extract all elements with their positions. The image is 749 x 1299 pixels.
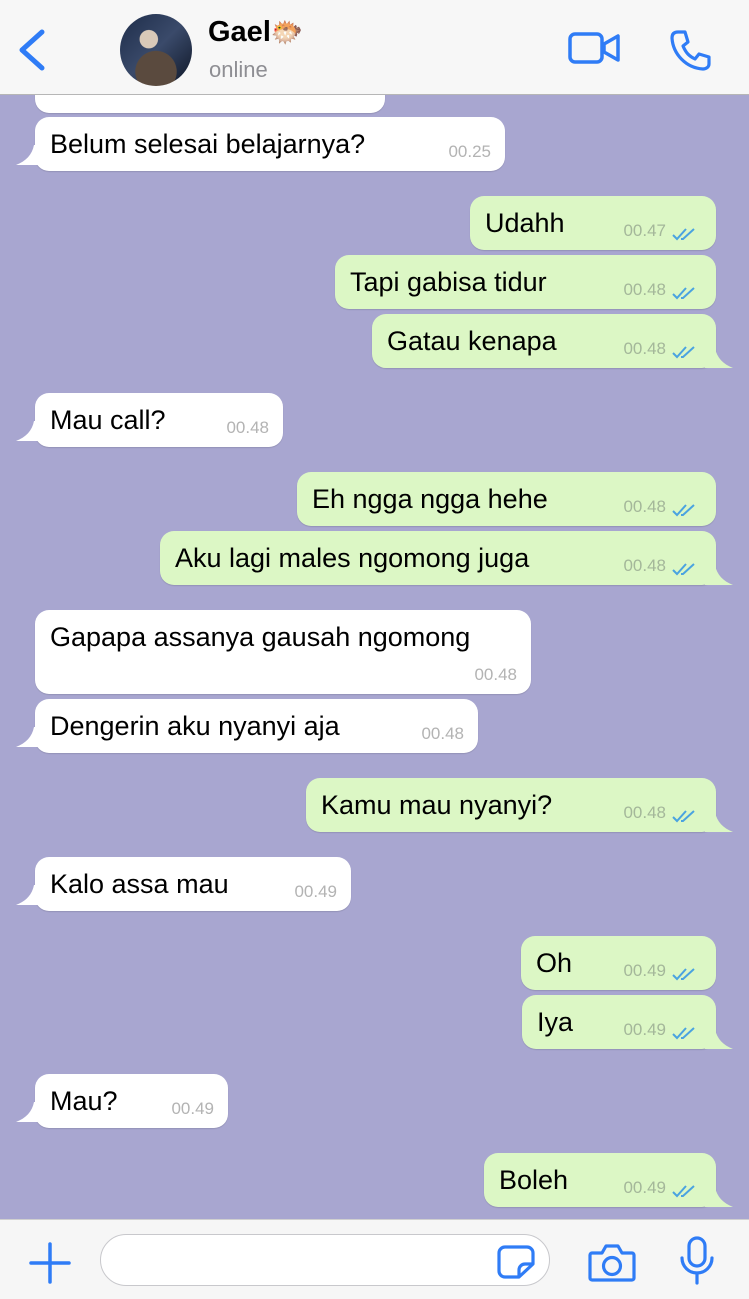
message-bubble-outgoing[interactable]: Boleh 00.49 [484,1153,716,1207]
bubble-tail [705,348,733,368]
microphone-icon[interactable] [678,1236,716,1286]
double-check-icon [672,1185,695,1198]
phone-icon[interactable] [668,28,712,72]
avatar[interactable] [120,14,192,86]
message-text: Gatau kenapa [387,326,557,356]
bubble-tail [705,1029,733,1049]
message-bubble-incoming[interactable]: Gapapa assanya gausah ngomong 00.48 [35,610,531,694]
message-time: 00.49 [623,961,666,980]
video-camera-icon[interactable] [568,30,620,66]
message-text: Eh ngga ngga hehe [312,484,548,514]
chevron-left-icon[interactable] [14,28,50,72]
message-bubble-incoming[interactable]: Belum selesai belajarnya? 00.25 [35,117,505,171]
message-bubble-outgoing[interactable]: Iya 00.49 [522,995,716,1049]
bubble-tail [16,1102,44,1122]
message-time: 00.48 [623,339,666,358]
bubble-tail [705,812,733,832]
message-bubble-partial[interactable] [35,95,385,113]
message-bubble-outgoing[interactable]: Udahh 00.47 [470,196,716,250]
contact-name-row[interactable]: Gael🐡 [208,16,303,49]
message-bubble-outgoing[interactable]: Gatau kenapa 00.48 [372,314,716,368]
message-time: 00.49 [294,882,337,901]
double-check-icon [672,1027,695,1040]
message-text: Iya [537,1007,574,1037]
bubble-tail [16,421,44,441]
double-check-icon [672,287,695,300]
message-time: 00.48 [623,497,666,516]
message-text: Gapapa assanya gausah ngomong [50,622,471,652]
message-text: Kalo assa mau [50,869,229,899]
camera-icon[interactable] [588,1242,636,1282]
message-text: Mau? [50,1086,118,1116]
message-time: 00.49 [623,1178,666,1197]
double-check-icon [672,228,695,241]
message-text: Kamu mau nyanyi? [321,790,553,820]
message-text: Mau call? [50,405,166,435]
double-check-icon [672,504,695,517]
double-check-icon [672,346,695,359]
message-time: 00.48 [226,418,269,437]
double-check-icon [672,968,695,981]
bubble-tail [16,145,44,165]
message-time: 00.49 [623,1020,666,1039]
message-text: Belum selesai belajarnya? [50,129,366,159]
message-time: 00.49 [171,1099,214,1118]
message-bubble-outgoing[interactable]: Aku lagi males ngomong juga 00.48 [160,531,716,585]
message-bubble-outgoing[interactable]: Tapi gabisa tidur 00.48 [335,255,716,309]
bubble-tail [705,565,733,585]
message-text: Aku lagi males ngomong juga [175,543,530,573]
message-time: 00.25 [448,142,491,161]
message-text: Udahh [485,208,565,238]
message-bubble-outgoing[interactable]: Eh ngga ngga hehe 00.48 [297,472,716,526]
bubble-tail [16,885,44,905]
double-check-icon [672,810,695,823]
bubble-tail [16,727,44,747]
message-input[interactable] [100,1234,550,1286]
message-time: 00.48 [421,724,464,743]
message-input-bar [0,1219,749,1299]
message-bubble-incoming[interactable]: Mau call? 00.48 [35,393,283,447]
bubble-tail [705,1187,733,1207]
message-bubble-incoming[interactable]: Kalo assa mau 00.49 [35,857,351,911]
message-time: 00.48 [623,280,666,299]
message-text: Oh [536,948,573,978]
message-time: 00.48 [623,556,666,575]
message-bubble-incoming[interactable]: Mau? 00.49 [35,1074,228,1128]
chat-header: Gael🐡 online [0,0,749,95]
message-time: 00.47 [623,221,666,240]
contact-status: online [209,57,268,82]
plus-icon[interactable] [28,1241,72,1285]
message-time: 00.48 [623,803,666,822]
message-bubble-outgoing[interactable]: Kamu mau nyanyi? 00.48 [306,778,716,832]
message-bubble-outgoing[interactable]: Oh 00.49 [521,936,716,990]
sticker-icon[interactable] [497,1244,535,1280]
message-text: Boleh [499,1165,569,1195]
message-text: Dengerin aku nyanyi aja [50,711,340,741]
chat-area: Belum selesai belajarnya? 00.25 Udahh 00… [0,95,749,1219]
message-bubble-incoming[interactable]: Dengerin aku nyanyi aja 00.48 [35,699,478,753]
pufferfish-emoji: 🐡 [270,17,304,47]
message-time: 00.48 [474,665,517,684]
double-check-icon [672,563,695,576]
contact-name[interactable]: Gael [208,16,271,48]
message-text: Tapi gabisa tidur [350,267,547,297]
